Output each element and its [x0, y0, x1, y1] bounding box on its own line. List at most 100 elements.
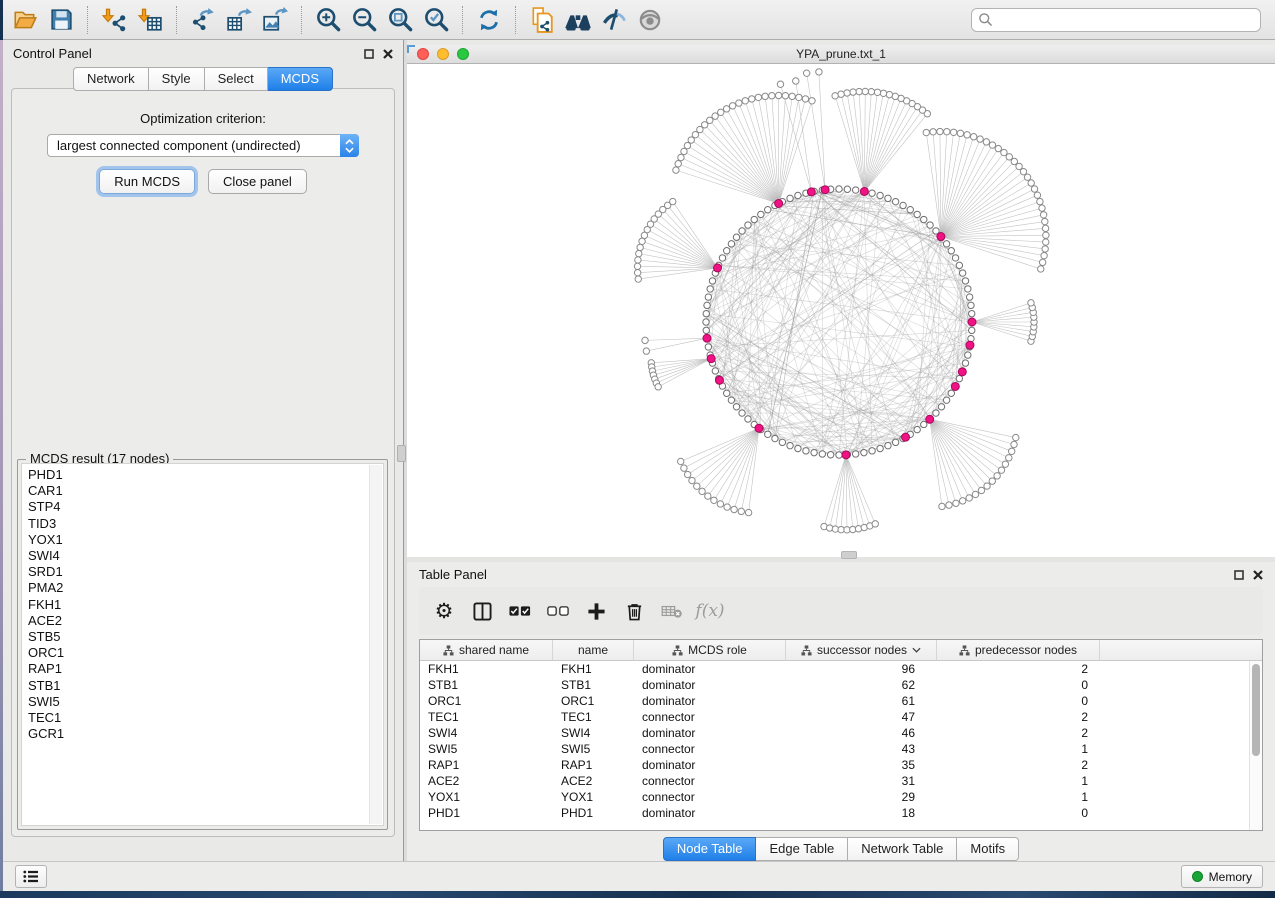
export-image-icon — [262, 7, 288, 33]
trash-icon — [625, 602, 644, 621]
zoom-fit-button[interactable] — [382, 3, 418, 37]
network-window-titlebar[interactable]: YPA_prune.txt_1 — [407, 45, 1275, 64]
table-row[interactable]: TEC1TEC1connector472 — [420, 709, 1262, 725]
mcds-result-item: CAR1 — [28, 483, 383, 499]
eye-slash-icon — [601, 6, 628, 33]
float-table-panel-button[interactable] — [1234, 570, 1244, 580]
mcds-result-item: RAP1 — [28, 661, 383, 677]
table-row[interactable]: RAP1RAP1dominator352 — [420, 757, 1262, 773]
table-scrollbar[interactable] — [1249, 661, 1262, 830]
table-row[interactable]: PHD1PHD1dominator180 — [420, 805, 1262, 821]
zoom-selected-button[interactable] — [418, 3, 454, 37]
delete-table-icon — [661, 603, 683, 619]
column-header-successor-nodes[interactable]: successor nodes — [786, 640, 937, 661]
refresh-view-button[interactable] — [471, 3, 507, 37]
table-settings-button[interactable]: ⚙ — [427, 593, 461, 629]
tab-style[interactable]: Style — [149, 67, 205, 91]
table-header-row: shared name name MCDS role successor nod… — [420, 640, 1262, 661]
tab-node-table[interactable]: Node Table — [663, 837, 757, 861]
criterion-dropdown[interactable]: largest connected component (undirected) — [47, 134, 359, 157]
horizontal-splitter[interactable] — [407, 557, 1275, 562]
zoom-out-icon — [351, 6, 378, 33]
close-table-panel-button[interactable] — [1253, 570, 1263, 580]
mcds-result-group: MCDS result (17 nodes) PHD1 CAR1 STP4 TI… — [17, 459, 388, 830]
export-table-button[interactable] — [221, 3, 257, 37]
splitter-grip[interactable] — [841, 551, 857, 559]
table-panel-title: Table Panel — [419, 567, 487, 582]
splitter-grip[interactable] — [397, 445, 406, 462]
open-folder-icon — [12, 7, 38, 33]
node-table: shared name name MCDS role successor nod… — [419, 639, 1263, 831]
mcds-result-item: STB1 — [28, 678, 383, 694]
scrollbar-thumb[interactable] — [1252, 664, 1260, 756]
close-panel-action-button[interactable]: Close panel — [208, 169, 307, 194]
run-mcds-button[interactable]: Run MCDS — [99, 169, 195, 194]
share-document-button[interactable] — [524, 3, 560, 37]
zoom-out-button[interactable] — [346, 3, 382, 37]
show-eye-button[interactable] — [632, 3, 668, 37]
table-row[interactable]: SWI5SWI5connector431 — [420, 741, 1262, 757]
table-row[interactable]: ACE2ACE2connector311 — [420, 773, 1262, 789]
tab-mcds[interactable]: MCDS — [268, 67, 333, 91]
float-panel-button[interactable] — [364, 49, 374, 59]
binoculars-icon — [564, 6, 592, 34]
tab-network[interactable]: Network — [73, 67, 149, 91]
task-history-button[interactable] — [15, 865, 47, 888]
table-row[interactable]: FKH1FKH1dominator962 — [420, 661, 1262, 677]
export-network-button[interactable] — [185, 3, 221, 37]
tab-select[interactable]: Select — [205, 67, 268, 91]
open-file-button[interactable] — [7, 3, 43, 37]
delete-table-button[interactable] — [655, 593, 689, 629]
export-network-icon — [190, 7, 216, 33]
table-row[interactable]: STB1STB1dominator620 — [420, 677, 1262, 693]
export-table-icon — [226, 7, 252, 33]
mcds-result-list[interactable]: PHD1 CAR1 STP4 TID3 YOX1 SWI4 SRD1 PMA2 … — [22, 464, 383, 742]
import-network-button[interactable] — [96, 3, 132, 37]
create-column-button[interactable] — [579, 593, 613, 629]
save-session-button[interactable] — [43, 3, 79, 37]
save-floppy-icon — [49, 7, 74, 32]
tab-motifs[interactable]: Motifs — [957, 837, 1019, 861]
mcds-result-item: ACE2 — [28, 613, 383, 629]
gear-icon: ⚙ — [435, 601, 454, 622]
float-window-icon — [1234, 570, 1244, 580]
mcds-result-item: ORC1 — [28, 645, 383, 661]
mcds-list-scrollbar[interactable] — [369, 465, 382, 824]
table-row[interactable]: SWI4SWI4dominator462 — [420, 725, 1262, 741]
network-window-title: YPA_prune.txt_1 — [407, 47, 1275, 61]
column-header-predecessor-nodes[interactable]: predecessor nodes — [937, 640, 1100, 661]
column-header-mcds-role[interactable]: MCDS role — [634, 640, 786, 661]
toolbar-separator — [462, 6, 463, 34]
search-input[interactable] — [993, 11, 1254, 29]
share-document-icon — [529, 7, 555, 33]
search-network-button[interactable] — [560, 3, 596, 37]
show-columns-button[interactable] — [465, 593, 499, 629]
delete-column-button[interactable] — [617, 593, 651, 629]
toolbar-separator — [301, 6, 302, 34]
column-header-name[interactable]: name — [553, 640, 634, 661]
table-panel: Table Panel — [407, 562, 1275, 861]
select-all-columns-button[interactable] — [503, 593, 537, 629]
close-panel-button[interactable] — [383, 49, 393, 59]
mcds-result-item: STP4 — [28, 499, 383, 515]
main-toolbar — [3, 0, 1275, 40]
memory-status-icon — [1192, 871, 1203, 882]
control-panel: Control Panel Network — [3, 40, 403, 861]
hide-details-button[interactable] — [596, 3, 632, 37]
unselect-all-columns-button[interactable] — [541, 593, 575, 629]
toolbar-separator — [87, 6, 88, 34]
import-table-button[interactable] — [132, 3, 168, 37]
network-canvas[interactable] — [407, 64, 1275, 557]
mcds-result-item: SWI5 — [28, 694, 383, 710]
tab-network-table[interactable]: Network Table — [848, 837, 957, 861]
function-builder-button[interactable]: f(x) — [693, 593, 727, 629]
table-row[interactable]: ORC1ORC1dominator610 — [420, 693, 1262, 709]
export-image-button[interactable] — [257, 3, 293, 37]
zoom-in-button[interactable] — [310, 3, 346, 37]
memory-button[interactable]: Memory — [1181, 865, 1263, 888]
app-window: Control Panel Network — [3, 0, 1275, 891]
tab-edge-table[interactable]: Edge Table — [756, 837, 848, 861]
column-header-shared-name[interactable]: shared name — [420, 640, 553, 661]
toolbar-separator — [515, 6, 516, 34]
table-row[interactable]: YOX1YOX1connector291 — [420, 789, 1262, 805]
